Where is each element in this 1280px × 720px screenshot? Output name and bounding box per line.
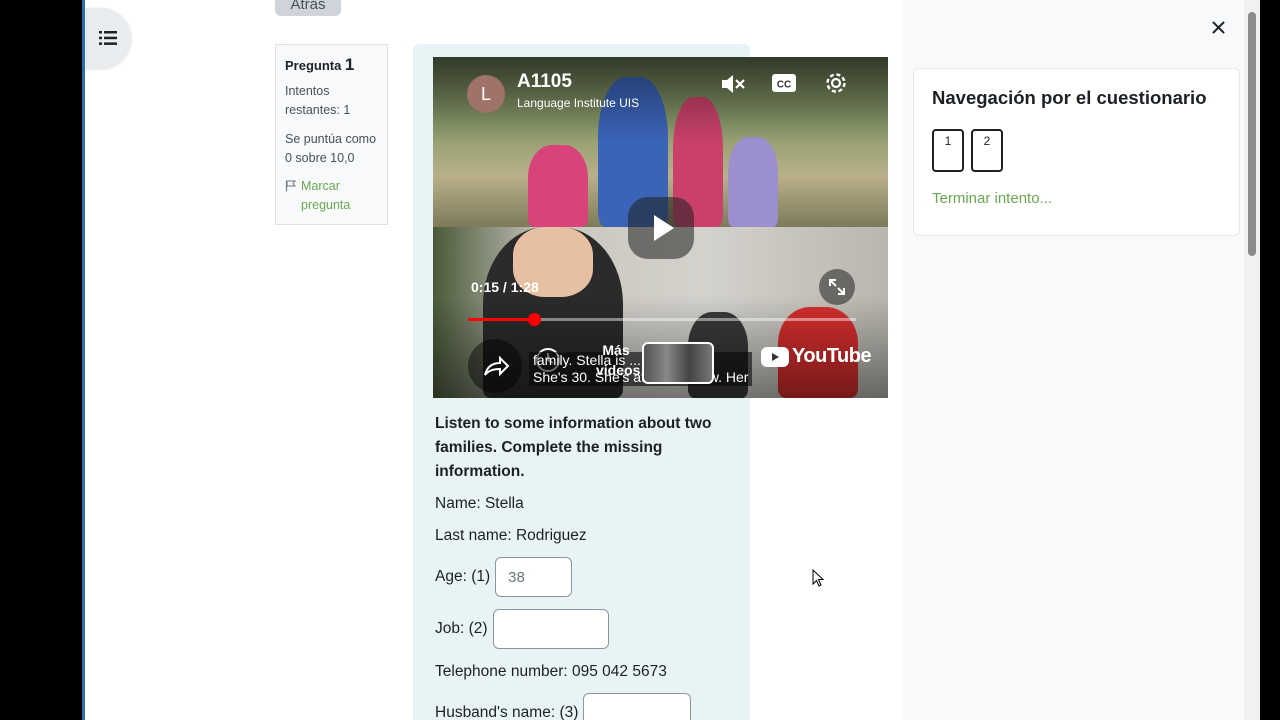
close-icon [1211, 20, 1225, 34]
youtube-logo[interactable]: YouTube [761, 345, 872, 368]
husband-label: Husband's name: (3) [435, 704, 579, 720]
svg-text:CC: CC [777, 80, 791, 91]
attempts-remaining: Intentos restantes: 1 [285, 84, 351, 117]
video-progress-bar[interactable] [468, 313, 856, 326]
channel-avatar[interactable]: L [467, 75, 505, 113]
settings-icon[interactable] [823, 70, 849, 96]
video-captions: family. Stella is ... teacher. She's 30.… [529, 352, 753, 386]
question-info-panel: Pregunta 1 Intentos restantes: 1 Se punt… [275, 44, 388, 225]
flag-question-link[interactable]: Marcar pregunta [285, 177, 378, 215]
age-input[interactable]: 38 [495, 557, 573, 597]
captions-icon[interactable]: CC [771, 73, 797, 93]
browser-viewport: Atrás Pregunta 1 Intentos restantes: 1 S… [82, 0, 1244, 720]
mute-icon[interactable] [720, 72, 746, 96]
play-icon [628, 197, 694, 259]
finish-attempt-link[interactable]: Terminar intento... [932, 190, 1052, 207]
share-icon[interactable] [468, 339, 522, 393]
job-row: Job: (2) [435, 609, 609, 649]
job-input[interactable] [492, 609, 609, 649]
quiz-navigation-block: Navegación por el cuestionario 1 2 Termi… [913, 68, 1240, 236]
play-button[interactable] [628, 197, 694, 259]
channel-name[interactable]: Language Institute UIS [517, 96, 639, 110]
video-progress-fill [468, 318, 534, 321]
list-icon [99, 31, 117, 45]
more-videos-button[interactable]: Más videos [596, 340, 640, 380]
husband-row: Husband's name: (3) [435, 693, 692, 720]
video-title[interactable]: A1105 [517, 71, 572, 93]
question-marks: Se puntúa como 0 sobre 10,0 [285, 132, 377, 165]
question-number: 1 [344, 55, 355, 74]
age-label: Age: (1) [435, 568, 491, 585]
course-index-toggle-button[interactable] [85, 8, 131, 68]
more-videos-thumbnails[interactable] [642, 342, 714, 384]
quiz-nav-question-2[interactable]: 2 [971, 129, 1003, 172]
youtube-play-icon [761, 346, 789, 367]
name-line: Name: Stella [435, 495, 524, 512]
scrollbar-thumb[interactable] [1248, 12, 1256, 256]
close-drawer-button[interactable] [1207, 16, 1229, 38]
flag-question-label: Marcar pregunta [301, 179, 351, 212]
video-scrubber-handle[interactable] [527, 313, 541, 326]
quiz-navigation-title: Navegación por el cuestionario [932, 87, 1207, 108]
flag-icon [285, 180, 297, 192]
youtube-video-player[interactable]: L A1105 Language Institute UIS CC 0:15 /… [433, 57, 888, 398]
mouse-cursor-icon [812, 568, 825, 587]
job-label: Job: (2) [435, 620, 488, 637]
age-row: Age: (1) 38 [435, 557, 573, 597]
question-text: Listen to some information about two fam… [435, 412, 740, 484]
quiz-nav-question-1[interactable]: 1 [932, 129, 964, 172]
question-prompt: Listen to some information about two fam… [435, 415, 712, 480]
question-label: Pregunta [285, 58, 342, 73]
fullscreen-icon[interactable] [819, 269, 855, 305]
video-time: 0:15 / 1:28 [471, 279, 539, 295]
telephone-line: Telephone number: 095 042 5673 [435, 663, 667, 680]
back-button[interactable]: Atrás [275, 0, 341, 16]
last-name-line: Last name: Rodriguez [435, 527, 587, 544]
husband-input[interactable] [583, 693, 692, 720]
